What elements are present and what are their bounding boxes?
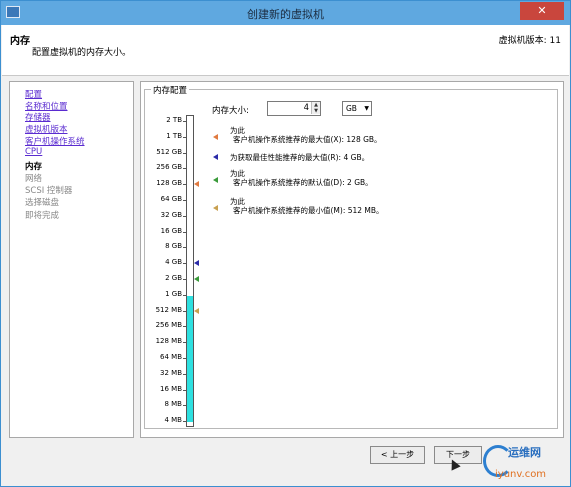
- memory-unit-select[interactable]: GB ▼: [342, 101, 372, 116]
- scale-tick-label: 128 MB: [155, 337, 182, 346]
- window-title: 创建新的虚拟机: [247, 8, 324, 21]
- step-subtitle: 配置虚拟机的内存大小。: [32, 48, 132, 58]
- scale-marker-icon: [194, 307, 199, 314]
- scale-tick-mark: [183, 373, 187, 375]
- recommendation-marker-icon: [213, 154, 218, 160]
- spin-down-icon[interactable]: ▼: [311, 108, 320, 114]
- scale-tick-label: 512 MB: [155, 305, 182, 314]
- recommendation-text: 客户机操作系统推荐的最大值(X): 128 GB。: [233, 135, 382, 144]
- scale-tick-label: 8 MB: [164, 400, 182, 409]
- scale-tick-mark: [183, 389, 187, 391]
- scale-tick-label: 64 MB: [160, 353, 182, 361]
- scale-tick-mark: [183, 310, 187, 312]
- scale-tick-mark: [183, 279, 187, 280]
- scale-tick-mark: [183, 405, 187, 407]
- chevron-down-icon: ▼: [364, 105, 369, 112]
- scale-tick-label: 32 MB: [160, 368, 182, 377]
- nav-item: 内存: [25, 162, 43, 172]
- close-button[interactable]: ✕: [520, 2, 564, 20]
- step-title: 内存: [10, 36, 30, 47]
- scale-tick-mark: [183, 168, 187, 170]
- memory-unit-value: GB: [346, 104, 357, 113]
- scale-tick-mark: [183, 247, 187, 249]
- nav-item[interactable]: 存储器: [25, 111, 51, 123]
- recommendation-marker-icon: [213, 134, 218, 140]
- nav-item[interactable]: 虚拟机版本: [25, 123, 68, 135]
- nav-item: 网络: [25, 174, 43, 184]
- scale-tick-mark: [183, 215, 187, 217]
- scale-tick-label: 64 GB: [160, 195, 182, 203]
- scale-tick-mark: [183, 200, 187, 201]
- scale-tick-label: 256 MB: [155, 321, 182, 330]
- nav-item: 即将完成: [25, 211, 60, 221]
- scale-tick-label: 32 GB: [160, 210, 182, 219]
- site-watermark: 运维网 iyunv.com: [483, 441, 571, 486]
- scale-tick-mark: [183, 342, 187, 344]
- memory-slider-track[interactable]: [186, 115, 194, 428]
- title-bar[interactable]: 创建新的虚拟机 ✕: [1, 1, 570, 25]
- watermark-text-bottom: iyunv.com: [495, 469, 547, 480]
- wizard-window: 创建新的虚拟机 ✕ 内存 配置虚拟机的内存大小。 虚拟机版本: 11 配置 名称和…: [0, 0, 571, 487]
- scale-marker-icon: [194, 181, 199, 188]
- nav-item[interactable]: 配置: [25, 88, 42, 100]
- recommendation-text: 客户机操作系统推荐的最小值(M): 512 MB。: [233, 206, 384, 215]
- vm-version-label: 虚拟机版本: 11: [498, 36, 561, 46]
- scale-tick-mark: [183, 263, 187, 265]
- nav-item: SCSI 控制器: [25, 186, 73, 196]
- scale-tick-mark: [183, 152, 187, 154]
- scale-tick-label: 128 GB: [156, 179, 182, 188]
- scale-tick-label: 4 MB: [164, 416, 182, 425]
- memory-size-label: 内存大小:: [212, 106, 249, 116]
- nav-item[interactable]: 客户机操作系统: [25, 135, 85, 147]
- scale-tick-mark: [183, 421, 187, 423]
- group-title: 内存配置: [151, 84, 190, 96]
- scale-tick-mark: [183, 358, 187, 359]
- scale-tick-mark: [183, 184, 187, 186]
- wizard-header: 内存 配置虚拟机的内存大小。 虚拟机版本: 11: [2, 25, 569, 76]
- recommendation-marker-icon: [213, 177, 218, 183]
- nav-item: 选择磁盘: [25, 198, 60, 208]
- recommendation-text: 客户机操作系统推荐的默认值(D): 2 GB。: [233, 178, 373, 187]
- scale-tick-label: 1 GB: [165, 289, 182, 298]
- scale-tick-label: 16 MB: [160, 384, 182, 393]
- scale-tick-label: 2 GB: [165, 274, 182, 282]
- scale-tick-mark: [183, 121, 187, 122]
- back-button[interactable]: < 上一步: [370, 446, 425, 464]
- memory-slider-fill: [187, 295, 193, 423]
- nav-item[interactable]: CPU: [25, 147, 42, 157]
- scale-tick-label: 256 GB: [156, 163, 182, 172]
- scale-tick-label: 8 GB: [165, 242, 182, 251]
- recommendation-text: 为获取最佳性能推荐的最大值(R): 4 GB。: [230, 153, 370, 162]
- scale-tick-mark: [183, 136, 187, 138]
- scale-tick-label: 16 GB: [160, 226, 182, 235]
- scale-tick-label: 1 TB: [166, 131, 182, 140]
- scale-marker-icon: [194, 260, 199, 267]
- memory-size-spinner[interactable]: ▲ ▼: [311, 102, 320, 115]
- watermark-text-top: 运维网: [508, 446, 541, 459]
- recommendation-marker-icon: [213, 205, 218, 211]
- scale-tick-label: 512 GB: [156, 147, 182, 156]
- wizard-steps-nav: 配置 名称和位置 存储器 虚拟机版本 客户机操作系统 CPU 内存 网络 SCSI 控制器 选择磁…: [9, 81, 134, 438]
- scale-marker-icon: [194, 276, 199, 282]
- scale-tick-label: 4 GB: [165, 258, 182, 267]
- scale-tick-mark: [183, 231, 187, 233]
- scale-tick-label: 2 TB: [166, 116, 182, 124]
- scale-tick-mark: [183, 326, 187, 328]
- scale-tick-mark: [183, 294, 187, 296]
